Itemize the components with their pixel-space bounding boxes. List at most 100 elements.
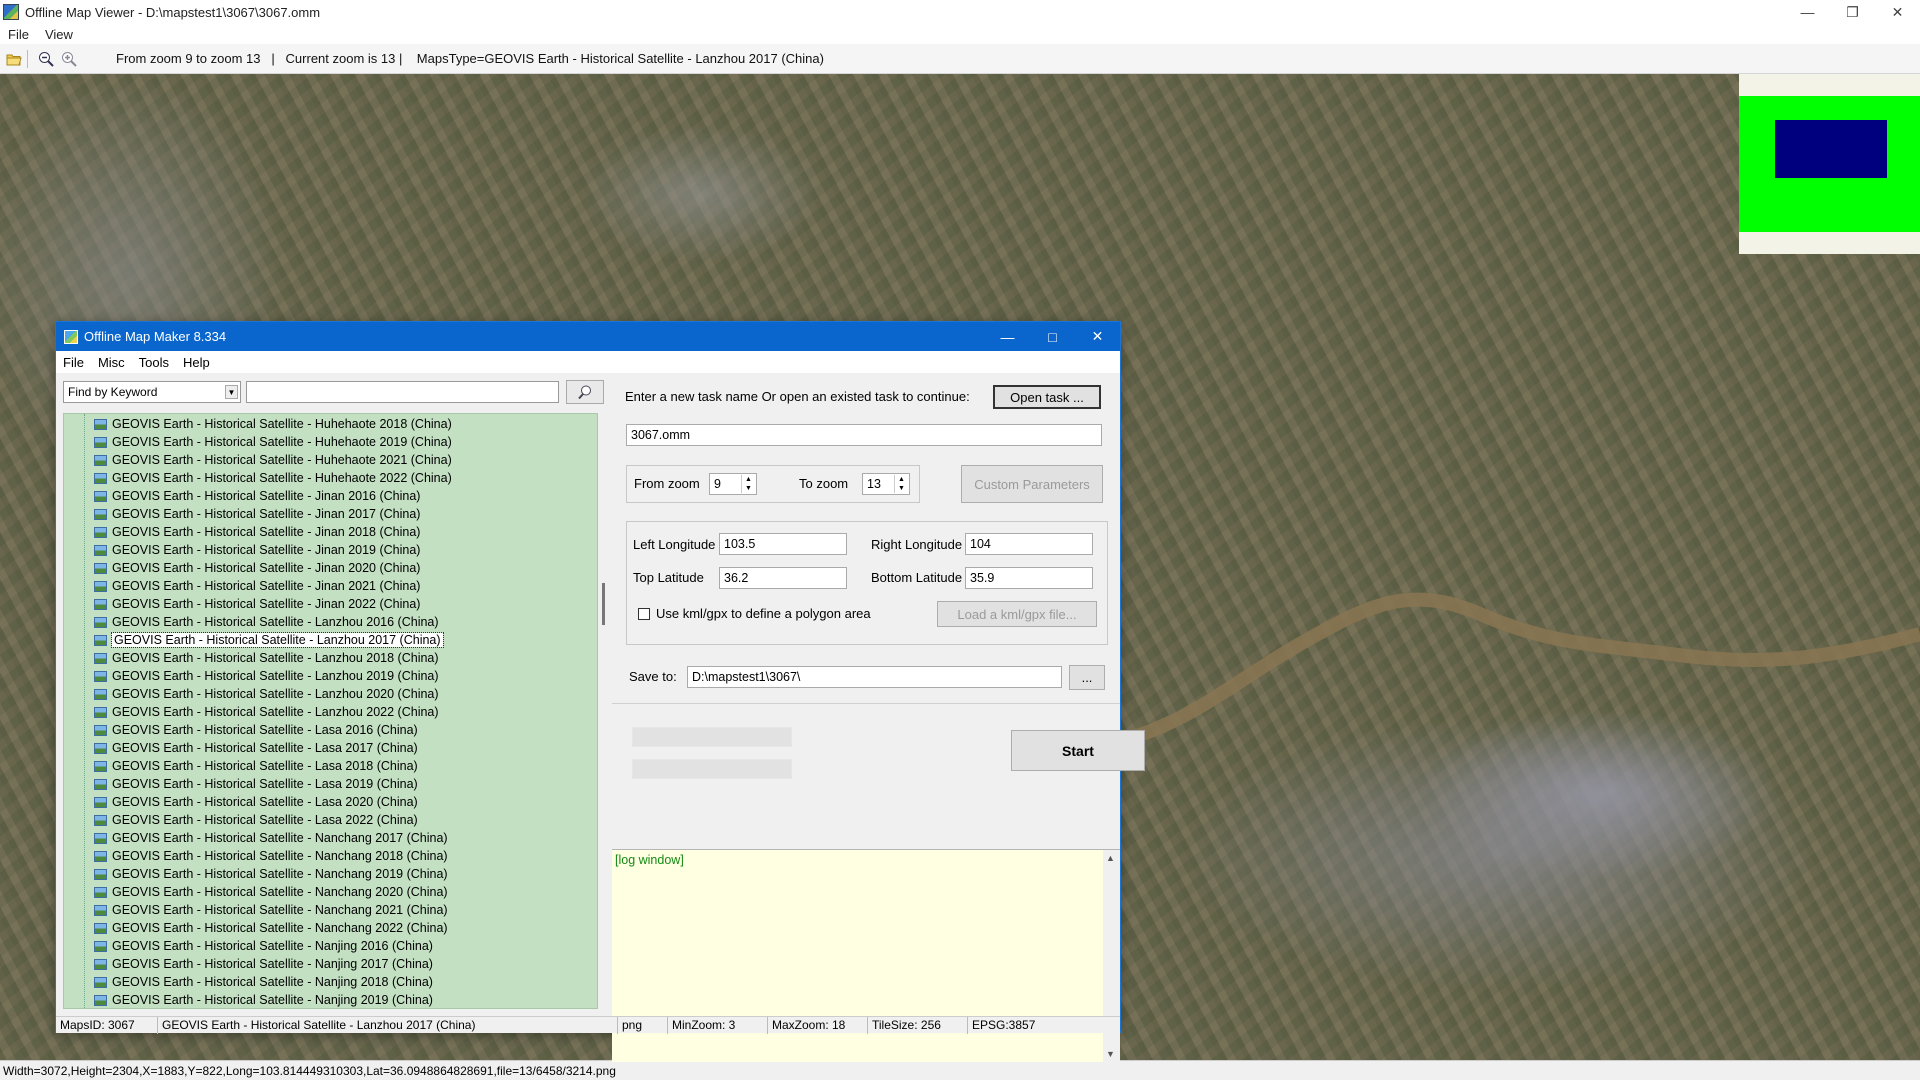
list-item[interactable]: GEOVIS Earth - Historical Satellite - La… bbox=[94, 613, 439, 631]
right-longitude-input[interactable]: 104 bbox=[965, 533, 1093, 555]
zoom-in-icon[interactable] bbox=[60, 50, 78, 68]
list-item[interactable]: GEOVIS Earth - Historical Satellite - La… bbox=[94, 703, 439, 721]
chevron-down-icon[interactable]: ▼ bbox=[225, 385, 238, 399]
list-item-label: GEOVIS Earth - Historical Satellite - Na… bbox=[112, 849, 448, 863]
list-item[interactable]: GEOVIS Earth - Historical Satellite - Na… bbox=[94, 883, 448, 901]
list-item[interactable]: GEOVIS Earth - Historical Satellite - Na… bbox=[94, 991, 433, 1008]
list-item[interactable]: GEOVIS Earth - Historical Satellite - Na… bbox=[94, 973, 433, 991]
list-item[interactable]: GEOVIS Earth - Historical Satellite - Ji… bbox=[94, 559, 420, 577]
keyword-input[interactable] bbox=[246, 381, 559, 403]
list-item[interactable]: GEOVIS Earth - Historical Satellite - La… bbox=[94, 757, 418, 775]
save-path-input[interactable]: D:\mapstest1\3067\ bbox=[687, 666, 1062, 688]
close-icon[interactable]: ✕ bbox=[1875, 0, 1920, 24]
list-item[interactable]: GEOVIS Earth - Historical Satellite - Na… bbox=[94, 865, 448, 883]
stepper-arrows-icon[interactable]: ▲ ▼ bbox=[741, 475, 755, 493]
stepper-arrows-icon[interactable]: ▲ ▼ bbox=[894, 475, 908, 493]
list-item-label: GEOVIS Earth - Historical Satellite - Hu… bbox=[112, 417, 452, 431]
scroll-down-icon[interactable]: ▼ bbox=[1106, 1049, 1115, 1059]
list-item[interactable]: GEOVIS Earth - Historical Satellite - Hu… bbox=[94, 451, 452, 469]
viewer-toolbar: From zoom 9 to zoom 13 | Current zoom is… bbox=[0, 44, 1920, 74]
list-item[interactable]: GEOVIS Earth - Historical Satellite - Na… bbox=[94, 901, 448, 919]
from-zoom-stepper[interactable]: 9 ▲ ▼ bbox=[709, 473, 757, 495]
overview-minimap[interactable] bbox=[1739, 74, 1920, 254]
maker-menu-misc[interactable]: Misc bbox=[91, 355, 132, 370]
restore-icon[interactable]: ❐ bbox=[1830, 0, 1875, 24]
list-item[interactable]: GEOVIS Earth - Historical Satellite - Ji… bbox=[94, 577, 420, 595]
list-item[interactable]: GEOVIS Earth - Historical Satellite - La… bbox=[94, 631, 444, 649]
list-item-label: GEOVIS Earth - Historical Satellite - Hu… bbox=[112, 453, 452, 467]
list-item[interactable]: GEOVIS Earth - Historical Satellite - Ji… bbox=[94, 487, 420, 505]
list-item[interactable]: GEOVIS Earth - Historical Satellite - Na… bbox=[94, 937, 433, 955]
kml-polygon-checkbox[interactable] bbox=[638, 608, 650, 620]
map-tile-icon bbox=[94, 562, 107, 574]
zoom-out-icon[interactable] bbox=[37, 50, 55, 68]
list-item[interactable]: GEOVIS Earth - Historical Satellite - Hu… bbox=[94, 469, 452, 487]
list-item[interactable]: GEOVIS Earth - Historical Satellite - Na… bbox=[94, 829, 448, 847]
maker-title-bar[interactable]: Offline Map Maker 8.334 — □ ✕ bbox=[56, 322, 1120, 351]
status-max-zoom: MaxZoom: 18 bbox=[768, 1016, 868, 1034]
maker-menu-tools[interactable]: Tools bbox=[132, 355, 176, 370]
maker-minimize-icon[interactable]: — bbox=[985, 322, 1030, 351]
map-tile-icon bbox=[94, 922, 107, 934]
list-item[interactable]: GEOVIS Earth - Historical Satellite - Na… bbox=[94, 919, 448, 937]
list-item[interactable]: GEOVIS Earth - Historical Satellite - La… bbox=[94, 775, 418, 793]
list-item[interactable]: GEOVIS Earth - Historical Satellite - Ji… bbox=[94, 541, 420, 559]
list-item[interactable]: GEOVIS Earth - Historical Satellite - La… bbox=[94, 793, 418, 811]
top-latitude-input[interactable]: 36.2 bbox=[719, 567, 847, 589]
viewer-menu-file[interactable]: File bbox=[0, 27, 37, 42]
list-item[interactable]: GEOVIS Earth - Historical Satellite - Ji… bbox=[94, 523, 420, 541]
list-item-label: GEOVIS Earth - Historical Satellite - La… bbox=[112, 741, 418, 755]
map-tile-icon bbox=[94, 832, 107, 844]
maker-close-icon[interactable]: ✕ bbox=[1075, 322, 1120, 351]
search-button[interactable] bbox=[566, 380, 604, 404]
maker-maximize-icon[interactable]: □ bbox=[1030, 322, 1075, 351]
log-text: [log window] bbox=[615, 853, 684, 867]
list-item[interactable]: GEOVIS Earth - Historical Satellite - La… bbox=[94, 667, 439, 685]
map-tile-icon bbox=[94, 436, 107, 448]
list-item[interactable]: GEOVIS Earth - Historical Satellite - Na… bbox=[94, 847, 448, 865]
list-item[interactable]: GEOVIS Earth - Historical Satellite - La… bbox=[94, 721, 418, 739]
list-item-label: GEOVIS Earth - Historical Satellite - Ji… bbox=[112, 489, 421, 503]
bottom-latitude-input[interactable]: 35.9 bbox=[965, 567, 1093, 589]
browse-button[interactable]: ... bbox=[1069, 665, 1105, 690]
left-longitude-input[interactable]: 103.5 bbox=[719, 533, 847, 555]
list-item[interactable]: GEOVIS Earth - Historical Satellite - La… bbox=[94, 649, 439, 667]
open-folder-icon[interactable] bbox=[5, 50, 23, 68]
map-tile-icon bbox=[94, 904, 107, 916]
list-item-label: GEOVIS Earth - Historical Satellite - La… bbox=[111, 632, 444, 648]
find-mode-value: Find by Keyword bbox=[68, 385, 158, 399]
viewer-menu-view[interactable]: View bbox=[37, 27, 81, 42]
list-item[interactable]: GEOVIS Earth - Historical Satellite - Ji… bbox=[94, 505, 420, 523]
map-tile-icon bbox=[94, 886, 107, 898]
list-item[interactable]: GEOVIS Earth - Historical Satellite - La… bbox=[94, 739, 418, 757]
overview-viewport[interactable] bbox=[1775, 120, 1887, 178]
list-item-label: GEOVIS Earth - Historical Satellite - Na… bbox=[112, 957, 433, 971]
list-item[interactable]: GEOVIS Earth - Historical Satellite - La… bbox=[94, 811, 418, 829]
find-mode-select[interactable]: Find by Keyword ▼ bbox=[63, 381, 241, 403]
tree-connector bbox=[84, 414, 85, 1008]
list-item-label: GEOVIS Earth - Historical Satellite - Na… bbox=[112, 831, 448, 845]
maker-menu-file[interactable]: File bbox=[56, 355, 91, 370]
zoom-group: From zoom 9 ▲ ▼ To zoom 13 ▲ ▼ bbox=[626, 465, 920, 503]
to-zoom-stepper[interactable]: 13 ▲ ▼ bbox=[862, 473, 910, 495]
list-item[interactable]: GEOVIS Earth - Historical Satellite - Hu… bbox=[94, 433, 452, 451]
list-item[interactable]: GEOVIS Earth - Historical Satellite - Ji… bbox=[94, 595, 420, 613]
pane-splitter[interactable] bbox=[602, 583, 605, 625]
map-tile-icon bbox=[94, 544, 107, 556]
scroll-up-icon[interactable]: ▲ bbox=[1106, 853, 1115, 863]
map-tile-icon bbox=[94, 616, 107, 628]
start-button[interactable]: Start bbox=[1011, 730, 1145, 771]
map-tile-icon bbox=[94, 652, 107, 664]
load-kml-button[interactable]: Load a kml/gpx file... bbox=[937, 601, 1097, 627]
custom-parameters-button[interactable]: Custom Parameters bbox=[961, 465, 1103, 503]
river-overlay bbox=[1110, 592, 1920, 751]
minimize-icon[interactable]: — bbox=[1785, 0, 1830, 24]
list-item[interactable]: GEOVIS Earth - Historical Satellite - La… bbox=[94, 685, 439, 703]
list-item[interactable]: GEOVIS Earth - Historical Satellite - Hu… bbox=[94, 415, 452, 433]
list-item-label: GEOVIS Earth - Historical Satellite - Ji… bbox=[112, 579, 421, 593]
maps-tree[interactable]: GEOVIS Earth - Historical Satellite - Hu… bbox=[63, 413, 598, 1009]
maker-menu-help[interactable]: Help bbox=[176, 355, 217, 370]
open-task-button[interactable]: Open task ... bbox=[993, 385, 1101, 409]
task-name-input[interactable]: 3067.omm bbox=[626, 424, 1102, 446]
list-item[interactable]: GEOVIS Earth - Historical Satellite - Na… bbox=[94, 955, 433, 973]
